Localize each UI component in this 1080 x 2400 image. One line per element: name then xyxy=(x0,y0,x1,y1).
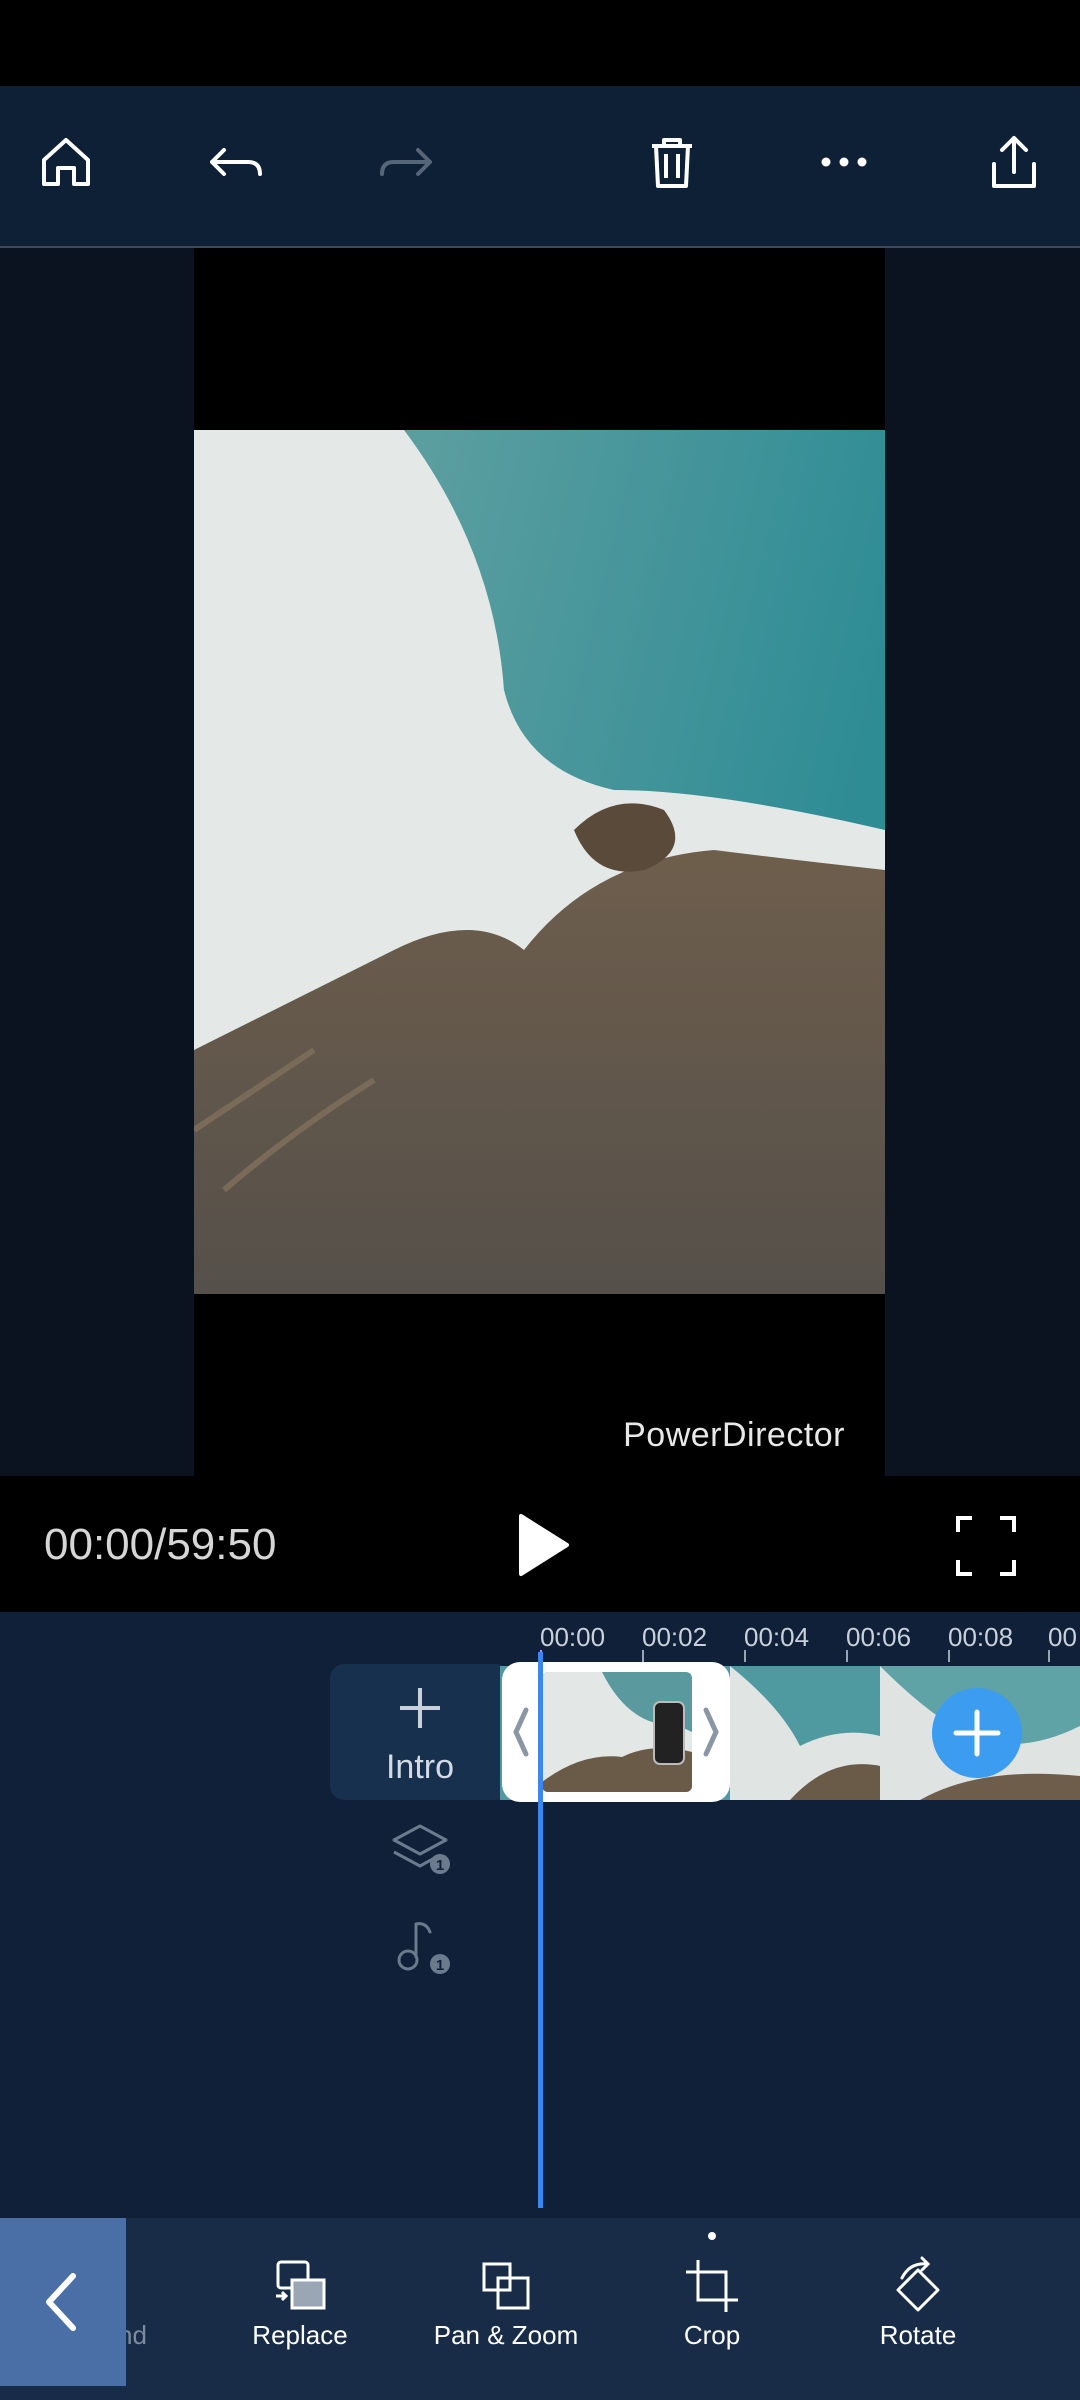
playhead[interactable] xyxy=(538,1652,543,2208)
redo-button[interactable] xyxy=(356,112,456,212)
rotate-label: Rotate xyxy=(879,2320,957,2350)
fullscreen-icon[interactable] xyxy=(952,1512,1020,1580)
crop-label: Crop xyxy=(683,2320,741,2350)
ruler-label: 00:08 xyxy=(948,1622,1014,1652)
share-button[interactable] xyxy=(964,112,1064,212)
delete-button[interactable] xyxy=(622,112,722,212)
ruler-label: 00:04 xyxy=(744,1622,810,1652)
rotate-button[interactable]: Rotate xyxy=(833,2250,1003,2360)
replace-button[interactable]: Replace xyxy=(215,2250,385,2360)
more-button[interactable] xyxy=(794,112,894,212)
trash-icon xyxy=(652,138,692,188)
selected-clip-thumbnail xyxy=(542,1672,692,1792)
plus-icon xyxy=(953,1709,1001,1757)
ruler-tick xyxy=(1048,1650,1050,1662)
trim-left-handle-icon[interactable] xyxy=(510,1706,532,1758)
ruler-label: 00:06 xyxy=(846,1622,912,1652)
layers-icon[interactable]: 1 xyxy=(390,1818,454,1882)
clip-thumbnail-image xyxy=(542,1672,692,1792)
crop-button[interactable]: Crop xyxy=(627,2250,797,2360)
undo-icon xyxy=(210,148,262,176)
ruler-tick xyxy=(642,1650,644,1662)
home-icon xyxy=(42,138,90,186)
status-bar xyxy=(0,0,1080,86)
music-count: 1 xyxy=(436,1957,444,1974)
ruler-tick xyxy=(846,1650,848,1662)
timecode: 00:00/59:50 xyxy=(44,1520,277,1569)
watermark: PowerDirector xyxy=(623,1416,845,1454)
ruler-tick xyxy=(948,1650,950,1662)
plus-icon xyxy=(400,1688,440,1728)
trim-right-handle-icon[interactable] xyxy=(700,1706,722,1758)
replace-label: Replace xyxy=(252,2320,348,2350)
replace-icon xyxy=(276,2260,326,2310)
ocean-rocks-image xyxy=(194,430,885,1294)
intro-label: Intro xyxy=(385,1748,455,1786)
video-preview[interactable] xyxy=(194,430,885,1294)
ruler-label: 00:00 xyxy=(540,1622,606,1652)
redo-icon xyxy=(380,148,432,176)
top-toolbar xyxy=(0,86,1080,248)
music-icon[interactable]: 1 xyxy=(390,1914,454,1978)
pan-zoom-label: Pan & Zoom xyxy=(433,2320,579,2350)
home-button[interactable] xyxy=(16,112,116,212)
share-icon xyxy=(992,136,1036,188)
pan-zoom-icon xyxy=(482,2262,530,2310)
ruler-tick xyxy=(744,1650,746,1662)
play-icon[interactable] xyxy=(505,1508,579,1582)
rotate-icon xyxy=(896,2256,940,2312)
undo-button[interactable] xyxy=(186,112,286,212)
layer-count: 1 xyxy=(436,1857,444,1874)
add-media-button[interactable] xyxy=(932,1688,1022,1778)
ruler-label: 00:02 xyxy=(642,1622,708,1652)
ruler-label: 00 xyxy=(1048,1622,1077,1652)
more-icon xyxy=(821,157,867,167)
back-button[interactable] xyxy=(0,2218,126,2386)
pan-zoom-button[interactable]: Pan & Zoom xyxy=(421,2250,591,2360)
crop-icon xyxy=(686,2260,738,2312)
active-indicator-dot xyxy=(708,2232,716,2240)
chevron-left-icon xyxy=(46,2273,76,2331)
